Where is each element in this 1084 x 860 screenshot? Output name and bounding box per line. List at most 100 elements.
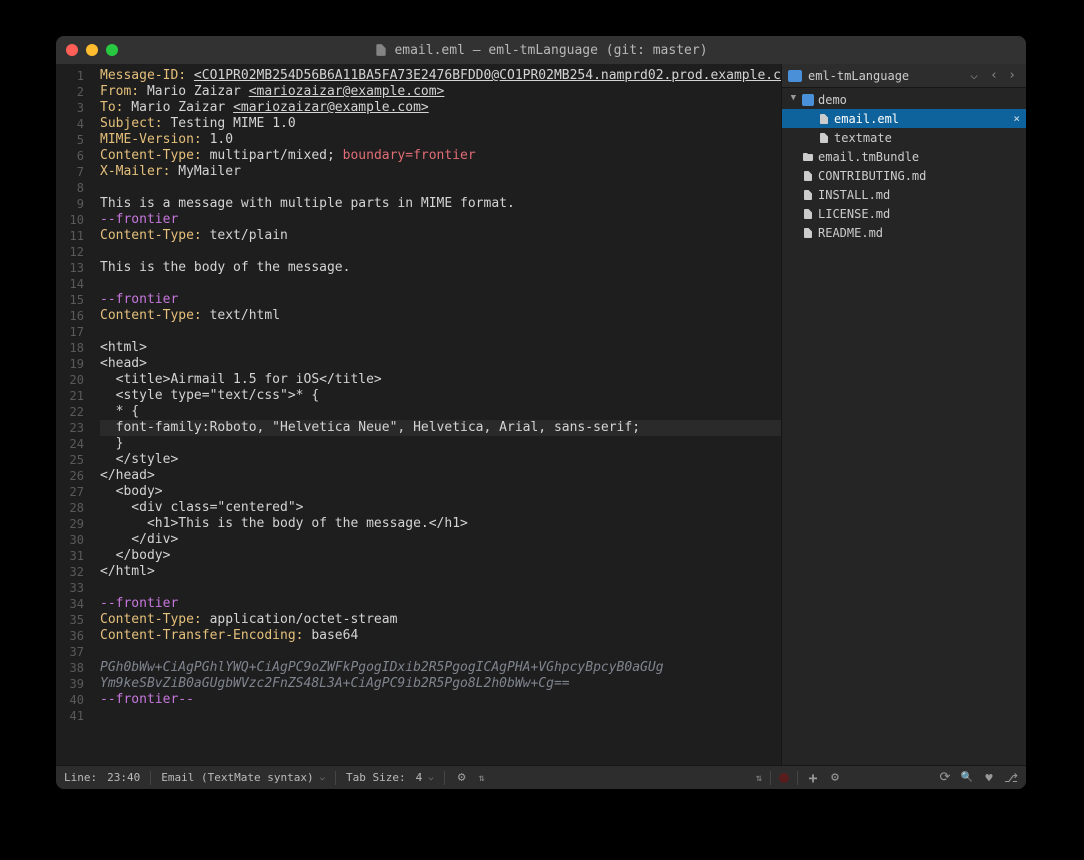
- line-number: 34: [56, 596, 84, 612]
- line-number: 20: [56, 372, 84, 388]
- settings-button-2[interactable]: [828, 771, 842, 785]
- code-line[interactable]: <div class="centered">: [100, 500, 781, 516]
- syntax-selector[interactable]: Email (TextMate syntax): [161, 771, 325, 784]
- sidebar-header: eml-tmLanguage ⌵ ‹ ›: [782, 64, 1026, 88]
- tree-file[interactable]: email.tmBundle: [782, 147, 1026, 166]
- code-line[interactable]: </head>: [100, 468, 781, 484]
- tree-item-label: textmate: [834, 131, 1026, 145]
- tree-file[interactable]: textmate: [782, 128, 1026, 147]
- code-line[interactable]: [100, 180, 781, 196]
- git-branch-button[interactable]: [1004, 771, 1018, 785]
- line-number: 15: [56, 292, 84, 308]
- code-line[interactable]: MIME-Version: 1.0: [100, 132, 781, 148]
- line-number: 9: [56, 196, 84, 212]
- code-line[interactable]: PGh0bWw+CiAgPGhlYWQ+CiAgPC9oZWFkPgogIDxi…: [100, 660, 781, 676]
- settings-button[interactable]: [455, 771, 469, 785]
- tree-file[interactable]: INSTALL.md: [782, 185, 1026, 204]
- dropdown-icon[interactable]: ⌵: [966, 68, 982, 84]
- search-button[interactable]: [960, 771, 974, 785]
- tree-item-label: README.md: [818, 226, 1026, 240]
- code-line[interactable]: --frontier: [100, 596, 781, 612]
- editor-pane[interactable]: 1234567891011121314151617181920212223242…: [56, 64, 781, 765]
- code-line[interactable]: [100, 244, 781, 260]
- code-line[interactable]: Content-Type: application/octet-stream: [100, 612, 781, 628]
- tree-file[interactable]: email.eml×: [782, 109, 1026, 128]
- line-number: 7: [56, 164, 84, 180]
- line-number: 18: [56, 340, 84, 356]
- code-line[interactable]: </div>: [100, 532, 781, 548]
- code-line[interactable]: </html>: [100, 564, 781, 580]
- code-line[interactable]: --frontier: [100, 212, 781, 228]
- line-number: 32: [56, 564, 84, 580]
- line-number: 30: [56, 532, 84, 548]
- code-line[interactable]: [100, 644, 781, 660]
- code-line[interactable]: To: Mario Zaizar <mariozaizar@example.co…: [100, 100, 781, 116]
- code-line[interactable]: [100, 580, 781, 596]
- code-line[interactable]: Content-Transfer-Encoding: base64: [100, 628, 781, 644]
- file-tree[interactable]: ▶ demo email.eml× textmate email.tmBundleCON…: [782, 88, 1026, 765]
- status-bar: Line: 23:40 Email (TextMate syntax) Tab …: [56, 765, 1026, 789]
- line-number: 14: [56, 276, 84, 292]
- code-line[interactable]: Content-Type: multipart/mixed; boundary=…: [100, 148, 781, 164]
- code-line[interactable]: This is a message with multiple parts in…: [100, 196, 781, 212]
- code-line[interactable]: X-Mailer: MyMailer: [100, 164, 781, 180]
- tab-size-label: Tab Size:: [346, 771, 406, 784]
- tree-file[interactable]: CONTRIBUTING.md: [782, 166, 1026, 185]
- line-number: 1: [56, 68, 84, 84]
- line-number: 19: [56, 356, 84, 372]
- code-line[interactable]: [100, 324, 781, 340]
- disclosure-arrow-icon[interactable]: ▶: [788, 95, 798, 105]
- code-line[interactable]: Content-Type: text/plain: [100, 228, 781, 244]
- line-number: 40: [56, 692, 84, 708]
- record-indicator[interactable]: [779, 773, 789, 783]
- file-icon: [802, 207, 814, 221]
- code-line[interactable]: }: [100, 436, 781, 452]
- project-selector[interactable]: eml-tmLanguage: [788, 69, 962, 83]
- updown-icon[interactable]: [756, 771, 762, 784]
- line-number: 28: [56, 500, 84, 516]
- sort-icon[interactable]: [479, 771, 485, 784]
- code-line[interactable]: <body>: [100, 484, 781, 500]
- code-line[interactable]: <h1>This is the body of the message.</h1…: [100, 516, 781, 532]
- code-area[interactable]: Message-ID: <CO1PR02MB254D56B6A11BA5FA73…: [94, 64, 781, 765]
- file-sidebar: eml-tmLanguage ⌵ ‹ › ▶ demo email.eml× text…: [781, 64, 1026, 765]
- nav-back-button[interactable]: ‹: [986, 68, 1002, 84]
- tree-item-label: demo: [818, 93, 1026, 107]
- code-line[interactable]: Message-ID: <CO1PR02MB254D56B6A11BA5FA73…: [100, 68, 781, 84]
- close-icon[interactable]: ×: [1013, 112, 1020, 125]
- status-cursor[interactable]: 23:40: [107, 771, 140, 784]
- code-line[interactable]: font-family:Roboto, "Helvetica Neue", He…: [100, 420, 781, 436]
- code-line[interactable]: <head>: [100, 356, 781, 372]
- file-icon: [802, 226, 814, 240]
- favorite-button[interactable]: [982, 771, 996, 785]
- line-number: 6: [56, 148, 84, 164]
- code-line[interactable]: This is the body of the message.: [100, 260, 781, 276]
- line-number: 31: [56, 548, 84, 564]
- code-line[interactable]: * {: [100, 404, 781, 420]
- code-line[interactable]: Ym9keSBvZiB0aGUgbWVzc2FnZS48L3A+CiAgPC9i…: [100, 676, 781, 692]
- code-line[interactable]: </style>: [100, 452, 781, 468]
- add-button[interactable]: [806, 771, 820, 785]
- tab-size-selector[interactable]: 4: [416, 771, 434, 784]
- code-line[interactable]: From: Mario Zaizar <mariozaizar@example.…: [100, 84, 781, 100]
- code-line[interactable]: --frontier--: [100, 692, 781, 708]
- code-line[interactable]: Subject: Testing MIME 1.0: [100, 116, 781, 132]
- folder-icon: [788, 70, 802, 82]
- nav-forward-button[interactable]: ›: [1004, 68, 1020, 84]
- code-line[interactable]: </body>: [100, 548, 781, 564]
- tree-file[interactable]: README.md: [782, 223, 1026, 242]
- code-line[interactable]: [100, 276, 781, 292]
- code-line[interactable]: [100, 708, 781, 724]
- line-number: 36: [56, 628, 84, 644]
- reload-button[interactable]: [938, 771, 952, 785]
- code-line[interactable]: <title>Airmail 1.5 for iOS</title>: [100, 372, 781, 388]
- tree-folder[interactable]: ▶ demo: [782, 90, 1026, 109]
- code-line[interactable]: <style type="text/css">* {: [100, 388, 781, 404]
- line-number: 11: [56, 228, 84, 244]
- line-number: 5: [56, 132, 84, 148]
- tree-file[interactable]: LICENSE.md: [782, 204, 1026, 223]
- code-line[interactable]: --frontier: [100, 292, 781, 308]
- code-line[interactable]: <html>: [100, 340, 781, 356]
- file-icon: [818, 131, 830, 145]
- code-line[interactable]: Content-Type: text/html: [100, 308, 781, 324]
